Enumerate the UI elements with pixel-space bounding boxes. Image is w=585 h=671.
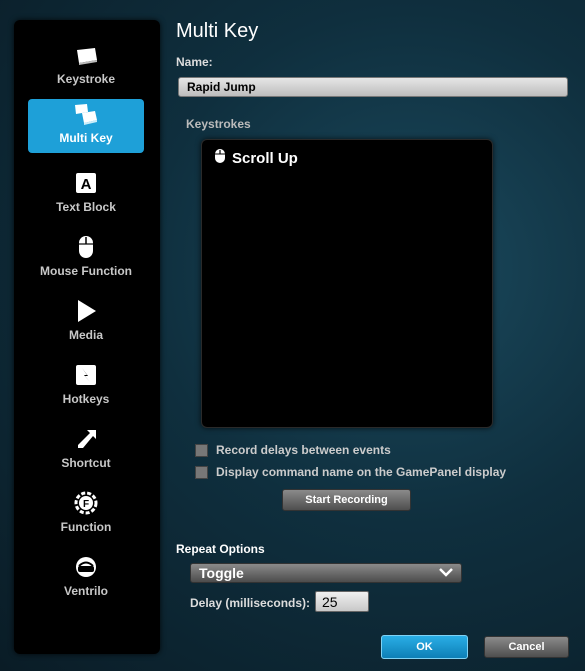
multi-key-icon xyxy=(73,101,99,127)
record-delays-checkbox[interactable]: Record delays between events xyxy=(195,443,391,457)
sidebar-item-label: Hotkeys xyxy=(62,392,110,406)
sidebar-item-label: Keystroke xyxy=(56,72,116,86)
sidebar-item-label: Ventrilo xyxy=(63,584,108,598)
sidebar-item-label: Text Block xyxy=(56,200,116,214)
list-item[interactable]: Scroll Up xyxy=(214,148,298,169)
delay-field[interactable] xyxy=(315,591,369,612)
svg-text:A: A xyxy=(81,176,92,193)
shortcut-arrow-icon xyxy=(73,426,99,452)
checkbox-box[interactable] xyxy=(195,443,208,457)
mouse-icon xyxy=(73,234,99,260)
delay-label: Delay (milliseconds): xyxy=(190,596,311,610)
hotkeys-icon xyxy=(73,362,99,388)
sidebar-item-hotkeys[interactable]: Hotkeys xyxy=(28,360,144,414)
sidebar-item-multi-key[interactable]: Multi Key xyxy=(28,99,144,153)
display-name-checkbox[interactable]: Display command name on the GamePanel di… xyxy=(195,465,506,479)
start-recording-button[interactable]: Start Recording xyxy=(282,489,411,511)
headset-icon xyxy=(73,554,99,580)
sidebar-item-keystroke[interactable]: Keystroke xyxy=(28,40,144,94)
sidebar-item-label: Mouse Function xyxy=(40,264,132,278)
text-block-icon: A xyxy=(73,170,99,196)
sidebar-item-shortcut[interactable]: Shortcut xyxy=(28,424,144,478)
sidebar-item-ventrilo[interactable]: Ventrilo xyxy=(28,552,144,606)
display-name-label: Display command name on the GamePanel di… xyxy=(216,465,507,479)
sidebar-item-media[interactable]: Media xyxy=(28,296,144,350)
sidebar-item-label: Function xyxy=(60,520,112,534)
ok-button[interactable]: OK xyxy=(381,635,468,659)
checkbox-box[interactable] xyxy=(195,465,208,479)
chevron-down-icon xyxy=(439,564,453,582)
mouse-icon xyxy=(214,148,226,169)
repeat-select-value: Toggle xyxy=(199,565,244,581)
keystroke-icon xyxy=(73,42,99,68)
sidebar-item-mouse-function[interactable]: Mouse Function xyxy=(28,232,144,286)
sidebar-item-label: Media xyxy=(68,328,103,342)
repeat-options-label: Repeat Options xyxy=(176,542,265,556)
page-title: Multi Key xyxy=(176,20,259,42)
play-icon xyxy=(73,298,99,324)
name-label: Name: xyxy=(176,55,213,69)
repeat-select[interactable]: Toggle xyxy=(190,563,462,583)
action-type-sidebar: Keystroke Multi Key A Text Block Mouse F… xyxy=(14,20,160,654)
record-delays-label: Record delays between events xyxy=(216,443,391,457)
cancel-button[interactable]: Cancel xyxy=(484,636,569,658)
sidebar-item-text-block[interactable]: A Text Block xyxy=(28,168,144,222)
function-gear-icon: F xyxy=(73,490,99,516)
keystrokes-label: Keystrokes xyxy=(186,117,251,131)
name-field[interactable] xyxy=(178,77,568,97)
keystrokes-list[interactable]: Scroll Up xyxy=(201,139,493,428)
sidebar-item-label: Shortcut xyxy=(61,456,111,470)
sidebar-item-label: Multi Key xyxy=(59,131,113,145)
svg-text:F: F xyxy=(83,499,89,510)
sidebar-item-function[interactable]: F Function xyxy=(28,488,144,542)
keystroke-text: Scroll Up xyxy=(232,150,298,167)
